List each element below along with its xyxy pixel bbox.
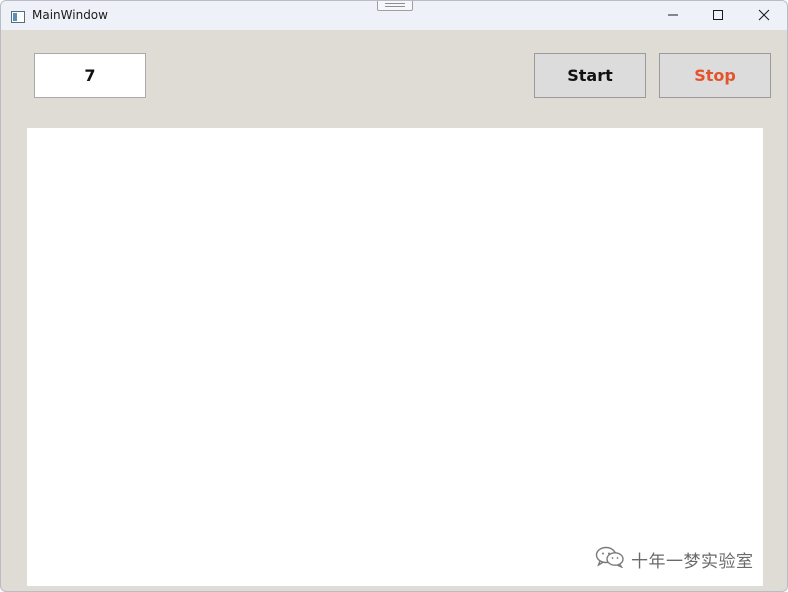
stop-button[interactable]: Stop bbox=[659, 53, 771, 98]
maximize-button[interactable] bbox=[695, 1, 741, 30]
watermark-text: 十年一梦实验室 bbox=[631, 551, 754, 572]
minimize-icon bbox=[668, 14, 678, 16]
main-window: MainWindow 7 Start Stop 十年一梦实验室 bbox=[0, 0, 788, 592]
wechat-icon bbox=[595, 546, 625, 572]
minimize-button[interactable] bbox=[650, 1, 696, 30]
window-title: MainWindow bbox=[32, 8, 108, 22]
drag-handle[interactable] bbox=[377, 1, 413, 11]
app-window-icon bbox=[11, 8, 25, 23]
maximize-icon bbox=[713, 10, 723, 20]
close-icon bbox=[758, 9, 770, 21]
count-textbox[interactable]: 7 bbox=[34, 53, 146, 98]
watermark: 十年一梦实验室 bbox=[595, 546, 754, 572]
title-bar[interactable]: MainWindow bbox=[1, 1, 787, 30]
start-button[interactable]: Start bbox=[534, 53, 646, 98]
drawing-canvas[interactable] bbox=[27, 128, 763, 586]
close-button[interactable] bbox=[741, 1, 787, 30]
